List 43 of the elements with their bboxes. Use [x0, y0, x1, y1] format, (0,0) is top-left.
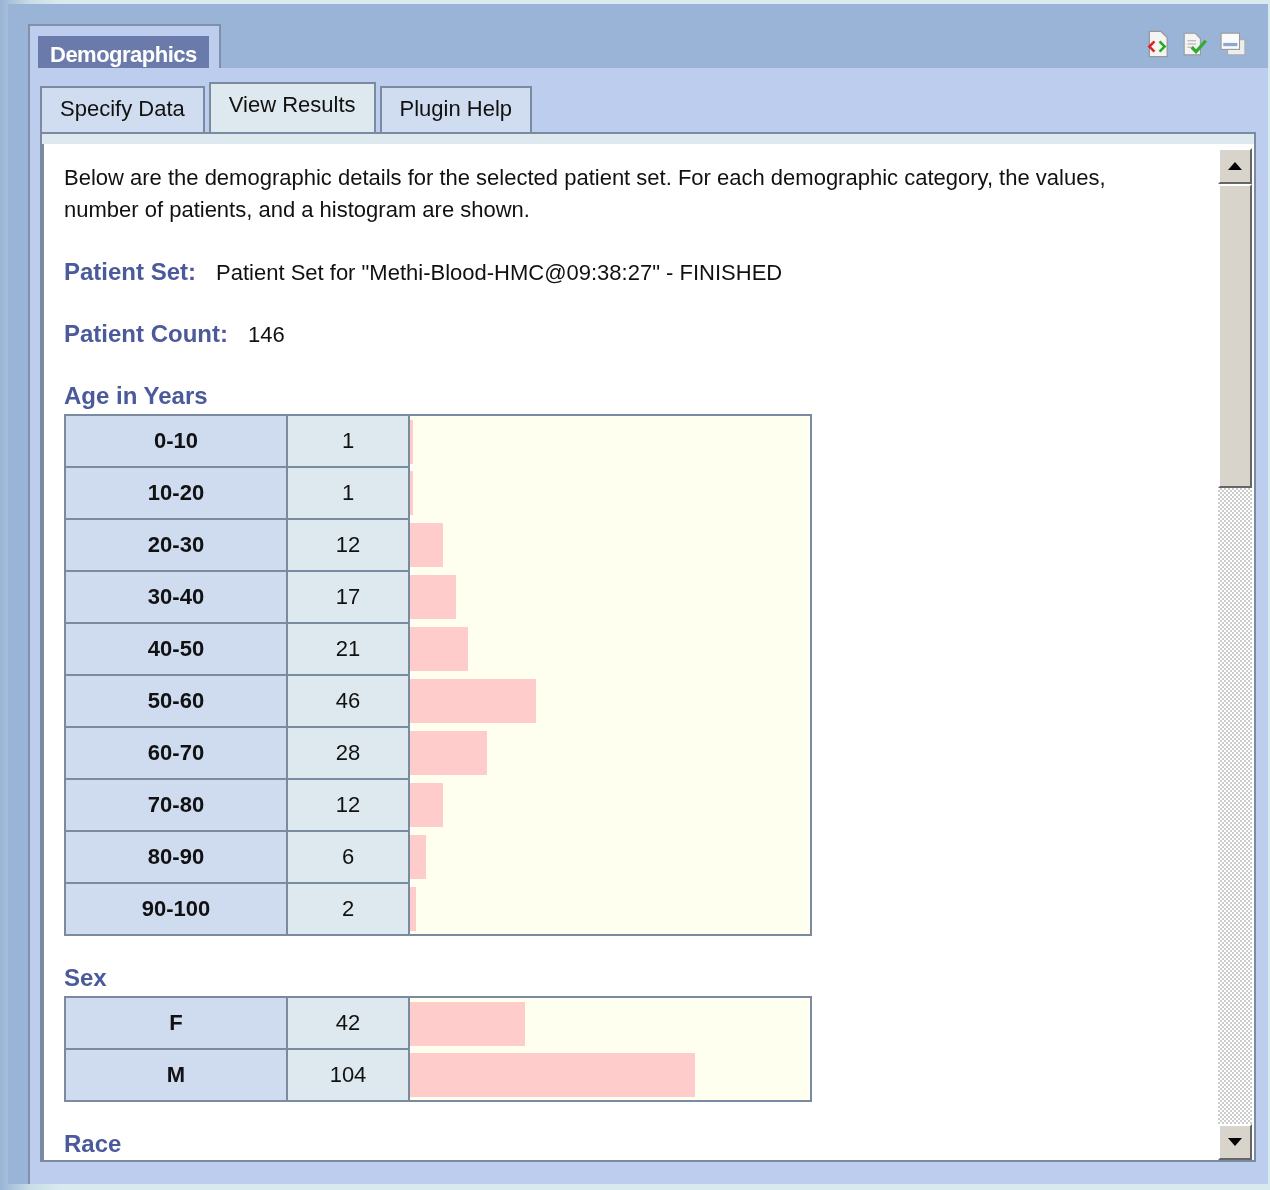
tab[interactable]: Plugin Help: [379, 86, 532, 132]
field-value: 146: [248, 322, 285, 348]
value-cell: 10-20: [65, 467, 287, 519]
field-label: Patient Count:: [64, 320, 228, 348]
count-cell: 21: [287, 623, 409, 675]
value-cell: 40-50: [65, 623, 287, 675]
count-cell: 42: [287, 997, 409, 1049]
tab[interactable]: View Results: [208, 82, 376, 132]
count-cell: 104: [287, 1049, 409, 1101]
count-cell: 17: [287, 571, 409, 623]
count-cell: 12: [287, 519, 409, 571]
count-cell: 1: [287, 415, 409, 467]
count-cell: 1: [287, 467, 409, 519]
scroll-down-button[interactable]: [1218, 1124, 1252, 1160]
value-cell: M: [65, 1049, 287, 1101]
scroll-thumb[interactable]: [1218, 184, 1252, 488]
intro-text: Below are the demographic details for the selected patient set. For each demographic category, the values, number of patients, and a histogram are shown.: [64, 164, 1107, 224]
count-cell: 2: [287, 883, 409, 935]
document-check-icon[interactable]: [1182, 30, 1208, 58]
field-value: Patient Set for "Methi-Blood-HMC@09:38:27" - FINISHED: [216, 260, 783, 286]
up-arrow-icon: [1228, 162, 1242, 170]
value-cell: 0-10: [65, 415, 287, 467]
field-label: Patient Set:: [64, 258, 197, 286]
count-cell: 46: [287, 675, 409, 727]
value-cell: 80-90: [65, 831, 287, 883]
vertical-scrollbar[interactable]: [1218, 144, 1254, 1160]
count-cell: 6: [287, 831, 409, 883]
section-heading: Race: [64, 1130, 123, 1158]
down-arrow-icon: [1228, 1138, 1242, 1146]
section-heading: Age in Years: [64, 382, 209, 410]
section-heading: Sex: [64, 964, 108, 992]
value-cell: 60-70: [65, 727, 287, 779]
value-cell: 90-100: [65, 883, 287, 935]
value-cell: 30-40: [65, 571, 287, 623]
count-cell: 28: [287, 727, 409, 779]
value-cell: 50-60: [65, 675, 287, 727]
value-cell: 20-30: [65, 519, 287, 571]
count-cell: 12: [287, 779, 409, 831]
scroll-up-button[interactable]: [1218, 148, 1252, 184]
value-cell: F: [65, 997, 287, 1049]
windows-icon[interactable]: [1220, 30, 1246, 58]
tab[interactable]: Specify Data: [40, 86, 205, 132]
value-cell: 70-80: [65, 779, 287, 831]
